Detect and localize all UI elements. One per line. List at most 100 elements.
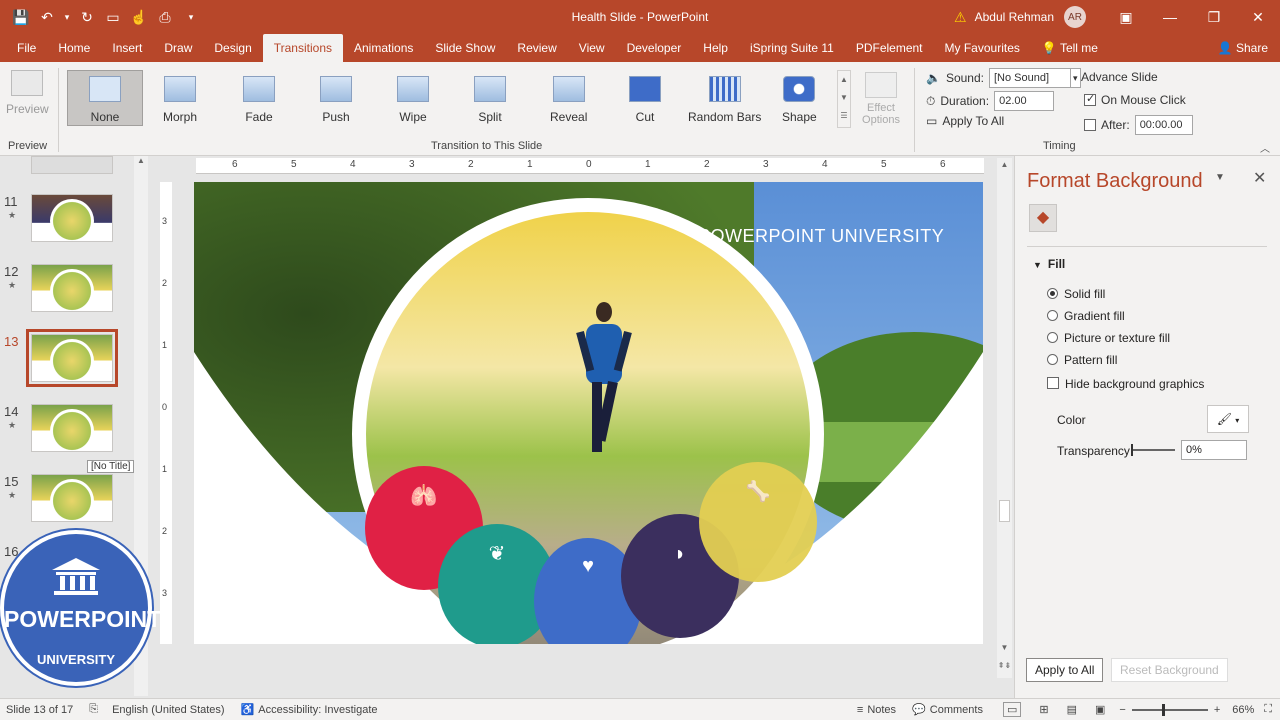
ribbon: Preview Preview None Morph Fade Push Wip… bbox=[0, 62, 1280, 156]
tab-developer[interactable]: Developer bbox=[616, 34, 693, 62]
apply-to-all-button[interactable]: Apply To All bbox=[942, 114, 1004, 128]
hide-background-graphics-option[interactable]: Hide background graphics bbox=[1047, 377, 1204, 391]
language[interactable]: English (United States) bbox=[112, 704, 225, 716]
pane-title: Format Background bbox=[1027, 170, 1203, 192]
tab-my-favourites[interactable]: My Favourites bbox=[934, 34, 1031, 62]
spelling-icon[interactable]: ⎘ bbox=[89, 703, 98, 716]
tab-review[interactable]: Review bbox=[506, 34, 567, 62]
solid-fill-option[interactable]: Solid fill bbox=[1047, 287, 1105, 301]
undo-icon[interactable]: ↶ bbox=[36, 6, 58, 28]
bone-circle[interactable]: 🦴 bbox=[699, 462, 817, 582]
undo-dropdown-icon[interactable]: ▾ bbox=[62, 6, 72, 28]
on-mouse-click-checkbox[interactable] bbox=[1084, 92, 1096, 106]
scroll-down-icon[interactable]: ▼ bbox=[997, 643, 1012, 652]
sound-select[interactable]: [No Sound] bbox=[989, 68, 1071, 88]
save-icon[interactable]: 💾 bbox=[10, 6, 32, 28]
scroll-up-icon[interactable]: ▲ bbox=[134, 156, 148, 165]
transparency-input[interactable]: 0% bbox=[1181, 440, 1247, 460]
zoom-level[interactable]: 66% bbox=[1232, 704, 1254, 716]
effect-options-button[interactable]: Effect Options bbox=[855, 72, 907, 126]
slide-counter[interactable]: Slide 13 of 17 bbox=[6, 704, 73, 716]
close-icon[interactable]: ✕ bbox=[1236, 0, 1280, 34]
transition-fade[interactable]: Fade bbox=[243, 76, 275, 124]
start-slideshow-icon[interactable]: ▭ bbox=[102, 6, 124, 28]
tab-home[interactable]: Home bbox=[47, 34, 101, 62]
comments-button[interactable]: Comments bbox=[930, 704, 983, 716]
fit-to-window-icon[interactable]: ⛶ bbox=[1264, 703, 1272, 716]
tab-help[interactable]: Help bbox=[692, 34, 739, 62]
customize-toolbar-icon[interactable]: ▾ bbox=[180, 6, 202, 28]
tab-transitions[interactable]: Transitions bbox=[262, 34, 343, 62]
slide-scrollbar[interactable]: ▲ ▼ ⇞⇟ bbox=[997, 158, 1012, 678]
pattern-fill-option[interactable]: Pattern fill bbox=[1047, 353, 1117, 367]
tab-animations[interactable]: Animations bbox=[343, 34, 424, 62]
tab-ispring[interactable]: iSpring Suite 11 bbox=[739, 34, 845, 62]
transition-shape[interactable]: Shape bbox=[782, 76, 817, 124]
scroll-up-icon[interactable]: ▲ bbox=[997, 160, 1012, 169]
tab-insert[interactable]: Insert bbox=[101, 34, 153, 62]
slide-thumbnail-partial[interactable] bbox=[31, 156, 113, 174]
warning-icon[interactable]: ⚠ bbox=[954, 9, 967, 26]
transition-push[interactable]: Push bbox=[320, 76, 352, 124]
transition-cut[interactable]: Cut bbox=[629, 76, 661, 124]
restore-icon[interactable]: ❐ bbox=[1192, 0, 1236, 34]
minimize-icon[interactable]: — bbox=[1148, 0, 1192, 34]
tell-me[interactable]: 💡 Tell me bbox=[1031, 34, 1109, 62]
transition-split[interactable]: Split bbox=[474, 76, 506, 124]
redo-icon[interactable]: ↻ bbox=[76, 6, 98, 28]
tab-draw[interactable]: Draw bbox=[153, 34, 203, 62]
transition-random-bars[interactable]: Random Bars bbox=[688, 76, 761, 124]
collapse-ribbon-icon[interactable]: ︿ bbox=[1260, 140, 1270, 155]
tab-pdfelement[interactable]: PDFelement bbox=[845, 34, 934, 62]
avatar[interactable]: AR bbox=[1064, 6, 1086, 28]
normal-view-icon[interactable]: ▭ bbox=[1002, 702, 1022, 717]
after-input[interactable]: 00:00.00 bbox=[1134, 115, 1193, 135]
slide-sorter-icon[interactable]: ⊞ bbox=[1039, 703, 1048, 716]
transition-none[interactable]: None bbox=[89, 76, 121, 124]
previous-next-slide-icon[interactable]: ⇞⇟ bbox=[997, 661, 1012, 670]
tab-view[interactable]: View bbox=[568, 34, 616, 62]
zoom-in-icon[interactable]: + bbox=[1214, 704, 1220, 716]
preview-button[interactable]: Preview bbox=[6, 70, 49, 116]
gradient-fill-option[interactable]: Gradient fill bbox=[1047, 309, 1125, 323]
transition-reveal[interactable]: Reveal bbox=[550, 76, 587, 124]
zoom-slider-thumb[interactable] bbox=[1161, 703, 1165, 716]
user-name[interactable]: Abdul Rehman bbox=[975, 10, 1054, 24]
gallery-scroll[interactable]: ▲ ▼ ☰ bbox=[837, 70, 851, 128]
split-transition-icon bbox=[474, 76, 506, 102]
print-preview-icon[interactable]: ⎙ bbox=[154, 6, 176, 28]
pane-close-icon[interactable]: ✕ bbox=[1253, 168, 1266, 188]
transparency-slider[interactable] bbox=[1131, 444, 1175, 456]
pane-options-dropdown-icon[interactable]: ▼ bbox=[1215, 172, 1225, 183]
zoom-out-icon[interactable]: − bbox=[1119, 704, 1125, 716]
tab-slide-show[interactable]: Slide Show bbox=[424, 34, 506, 62]
radio-button bbox=[1047, 354, 1058, 365]
transition-morph[interactable]: Morph bbox=[163, 76, 197, 124]
scroll-thumb[interactable] bbox=[999, 500, 1010, 522]
duration-input[interactable]: 02.00 bbox=[994, 91, 1055, 111]
notes-button[interactable]: Notes bbox=[867, 704, 896, 716]
ribbon-display-icon[interactable]: ▣ bbox=[1104, 0, 1148, 34]
color-picker-button[interactable]: 🖌 ▾ bbox=[1207, 405, 1249, 433]
reset-background-button[interactable]: Reset Background bbox=[1111, 658, 1228, 682]
apply-to-all-pane-button[interactable]: Apply to All bbox=[1026, 658, 1104, 682]
reading-view-icon[interactable]: ▤ bbox=[1067, 703, 1077, 716]
picture-fill-option[interactable]: Picture or texture fill bbox=[1047, 331, 1170, 345]
sound-dropdown-icon[interactable]: ▾ bbox=[1070, 68, 1081, 88]
slideshow-view-icon[interactable]: ▣ bbox=[1095, 703, 1105, 716]
slide-canvas[interactable]: POWERPOINT UNIVERSITY 🫁 ❦ ♥ ◗ 🦴 bbox=[194, 182, 983, 644]
tab-file[interactable]: File bbox=[0, 34, 47, 62]
slide-heading[interactable]: POWERPOINT UNIVERSITY bbox=[698, 226, 944, 247]
after-checkbox[interactable] bbox=[1084, 119, 1096, 131]
tab-design[interactable]: Design bbox=[203, 34, 262, 62]
fill-tab-icon[interactable]: ◆ bbox=[1029, 204, 1057, 232]
share-button[interactable]: 👤 Share bbox=[1206, 34, 1280, 62]
touch-mode-icon[interactable]: ☝ bbox=[128, 6, 150, 28]
quick-access-toolbar: 💾 ↶ ▾ ↻ ▭ ☝ ⎙ ▾ bbox=[0, 6, 420, 28]
transition-wipe[interactable]: Wipe bbox=[397, 76, 429, 124]
zoom-slider[interactable] bbox=[1131, 703, 1208, 716]
fill-section-header[interactable]: ▼ Fill bbox=[1033, 257, 1065, 271]
duration-icon: ⏱ bbox=[926, 93, 936, 108]
slider-thumb[interactable] bbox=[1131, 444, 1133, 456]
accessibility-status[interactable]: Accessibility: Investigate bbox=[258, 704, 377, 716]
